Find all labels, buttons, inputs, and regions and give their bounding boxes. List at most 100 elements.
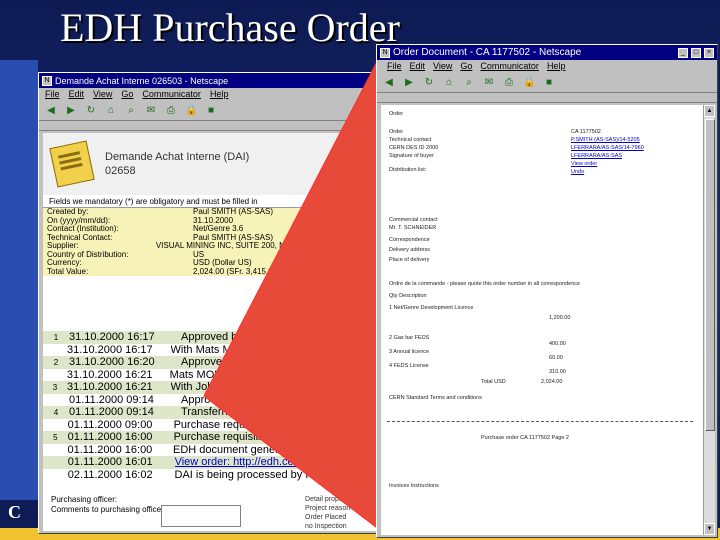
status-timestamp: 31.10.2000 16:21	[67, 381, 153, 394]
status-message: Purchase requisition waiting for treatme…	[173, 431, 379, 444]
vertical-scrollbar[interactable]: ▲ ▼	[703, 105, 715, 535]
status-step: 2	[53, 357, 59, 367]
status-step: 1	[53, 332, 59, 342]
document-status-tab[interactable]: Document Status	[291, 311, 379, 327]
status-message: Mats MOLLER has already signed for 10000…	[169, 368, 379, 381]
status-row: 01.11.2000 09:14 Approved by FERGUSON	[43, 394, 379, 407]
status-timestamp: 01.11.2000 16:00	[67, 431, 153, 444]
order-text-line: Place of delivery	[389, 257, 430, 263]
status-step: 4	[53, 407, 59, 417]
undo-link[interactable]: Undo	[571, 169, 584, 175]
forward-icon[interactable]: ▶	[403, 77, 415, 89]
order-text-line: 3 Annual licence	[389, 349, 430, 355]
stop-icon[interactable]: ■	[205, 105, 217, 117]
dai-window-title: Demande Achat Interne 026503 - Netscape	[55, 75, 229, 86]
stop-icon[interactable]: ■	[543, 77, 555, 89]
status-message: With Mats MOLLER for 2000 CTF signature …	[170, 343, 379, 356]
menu-file[interactable]: File	[45, 89, 60, 100]
print-icon[interactable]: ⎙	[503, 77, 515, 89]
menu-view[interactable]: View	[93, 89, 112, 100]
status-timestamp: 01.11.2000 09:14	[69, 393, 154, 406]
menu-help[interactable]: Help	[210, 89, 229, 100]
reload-icon[interactable]: ↻	[85, 105, 97, 117]
status-row: 01.11.2000 16:00 EDH document generated o…	[43, 444, 379, 457]
close-icon[interactable]: ×	[704, 47, 714, 58]
order-text-line: Invoices Instructions	[389, 483, 439, 489]
view-order-link[interactable]: View order	[571, 161, 597, 167]
home-icon[interactable]: ⌂	[105, 105, 117, 117]
order-text-line: Total USD	[481, 379, 506, 385]
status-message: EDH document generated order CA 1177502	[172, 443, 379, 456]
purchasing-officer-label: Purchasing officer:	[51, 495, 118, 504]
document-status-table: 1 31.10.2000 16:17 Approved by creator SMI…	[43, 331, 379, 481]
contact-link[interactable]: P.SMITH (AS-SAS)/14-5205	[571, 137, 640, 143]
detail-note: Project reason	[305, 505, 351, 512]
scroll-thumb[interactable]	[705, 119, 715, 431]
search-icon[interactable]: ⌕	[463, 77, 475, 89]
order-window-titlebar[interactable]: N Order Document - CA 1177502 - Netscape…	[377, 45, 717, 60]
order-text-line: Delivery address	[389, 247, 430, 253]
netscape-icon: N	[380, 47, 390, 58]
status-timestamp: 02.11.2000 16:02	[67, 468, 153, 481]
security-icon[interactable]: 🔒	[523, 77, 535, 89]
menu-go[interactable]: Go	[121, 89, 133, 100]
dai-page: Demande Achat Interne (DAI) 02658 Fields…	[43, 133, 379, 531]
minimize-icon[interactable]: _	[678, 47, 688, 58]
order-text-line: Commercial contact	[389, 217, 438, 223]
amount: 60.00	[549, 355, 563, 361]
order-menubar: File Edit View Go Communicator Help	[377, 60, 717, 73]
status-row: 1 31.10.2000 16:17 Approved by creator SMI…	[43, 331, 379, 344]
status-message: Purchase requisition waiting for treatme…	[173, 418, 379, 431]
status-row: 3 31.10.2000 16:21 With John FERGUSON for …	[43, 381, 379, 394]
guide-icon[interactable]: ✉	[145, 105, 157, 117]
status-timestamp: 01.11.2000 16:01	[67, 456, 153, 469]
contact-link[interactable]: LFERRARA/AS-SAS/14-7960	[571, 145, 644, 151]
status-timestamp: 01.11.2000 09:14	[69, 406, 154, 419]
security-icon[interactable]: 🔒	[185, 105, 197, 117]
order-window: N Order Document - CA 1177502 - Netscape…	[376, 44, 718, 538]
status-timestamp: 31.10.2000 16:17	[67, 343, 153, 356]
order-document-page: Order CA 1177502 Order Technical contact…	[381, 105, 705, 535]
status-message: DAI is being processed by FERRARA LUIGI	[174, 468, 379, 481]
scroll-up-icon[interactable]: ▲	[704, 105, 715, 117]
scroll-down-icon[interactable]: ▼	[704, 523, 715, 535]
menu-help[interactable]: Help	[547, 61, 566, 72]
forward-icon[interactable]: ▶	[65, 105, 77, 117]
contact-link[interactable]: LFERRARA/AS-SAS	[571, 153, 622, 159]
home-icon[interactable]: ⌂	[443, 77, 455, 89]
netscape-guide-icon[interactable]: ✉	[483, 77, 495, 89]
menu-view[interactable]: View	[433, 61, 452, 72]
info-key: Total Value:	[47, 266, 89, 276]
detail-note: Order Placed	[305, 514, 347, 521]
status-timestamp: 31.10.2000 16:17	[69, 331, 155, 344]
menu-edit[interactable]: Edit	[410, 61, 426, 72]
dai-window-titlebar[interactable]: N Demande Achat Interne 026503 - Netscap…	[39, 73, 385, 88]
order-text-line: Mr. T. SCHNEIDER	[389, 225, 437, 231]
order-text-line: 2 Gas bar FEDS	[389, 335, 430, 341]
order-text-line: CERN Standard Terms and conditions	[389, 395, 482, 401]
menu-file[interactable]: File	[387, 61, 402, 72]
detail-notes: Detail proposed Project reason Order Pla…	[305, 495, 354, 531]
print-icon[interactable]: ⎙	[165, 105, 177, 117]
search-icon[interactable]: ⌕	[125, 105, 137, 117]
status-row: 2 31.10.2000 16:20 Approved by MOLLER	[43, 356, 379, 369]
status-timestamp: 31.10.2000 16:21	[66, 368, 153, 381]
status-message: With John FERGUSON for Non Member State	[170, 381, 379, 394]
location-bar[interactable]	[377, 93, 717, 103]
menu-edit[interactable]: Edit	[69, 89, 85, 100]
status-step: 3	[52, 382, 58, 392]
sidebar-band	[0, 60, 38, 500]
dai-info-panel: Created by: Paul SMITH (AS-SAS) On (yyyy/…	[43, 207, 379, 276]
location-bar[interactable]	[39, 121, 385, 131]
menu-go[interactable]: Go	[460, 61, 472, 72]
back-icon[interactable]: ◀	[45, 105, 57, 117]
reload-icon[interactable]: ↻	[423, 77, 435, 89]
back-icon[interactable]: ◀	[383, 77, 395, 89]
view-order-link[interactable]: View order: http://edh.cern.ch/Info/Orde…	[175, 456, 379, 468]
menu-communicator[interactable]: Communicator	[142, 89, 201, 100]
menu-communicator[interactable]: Communicator	[480, 61, 539, 72]
status-row: 01.11.2000 16:01 View order: http://edh.c…	[43, 456, 379, 469]
status-message: Transferring to Purchasing service	[181, 406, 349, 419]
comments-input[interactable]	[161, 505, 241, 527]
maximize-icon[interactable]: □	[691, 47, 701, 58]
